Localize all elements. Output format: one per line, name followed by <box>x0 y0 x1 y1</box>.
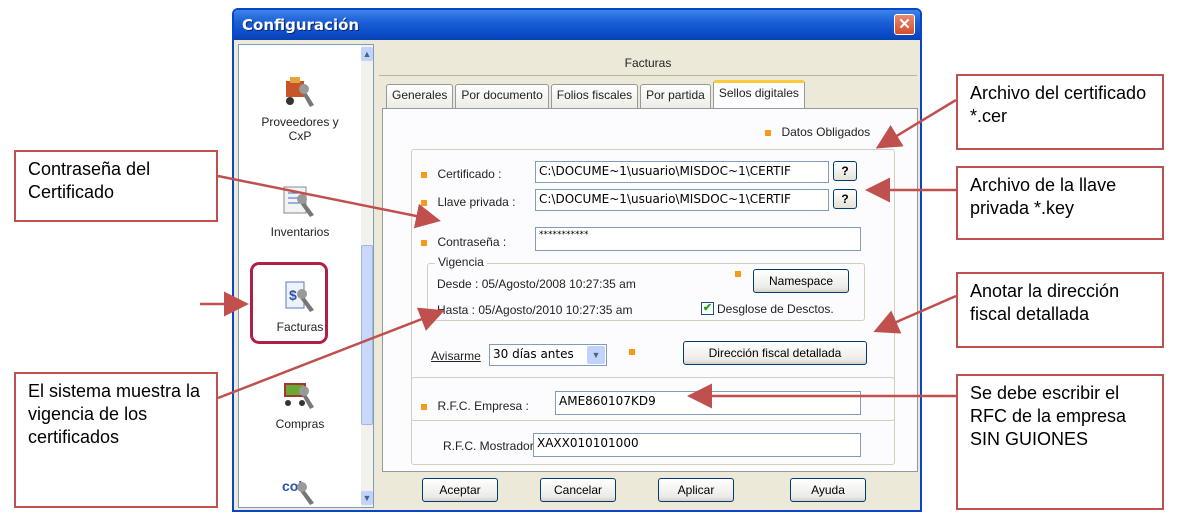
callout-arrows <box>200 98 957 409</box>
